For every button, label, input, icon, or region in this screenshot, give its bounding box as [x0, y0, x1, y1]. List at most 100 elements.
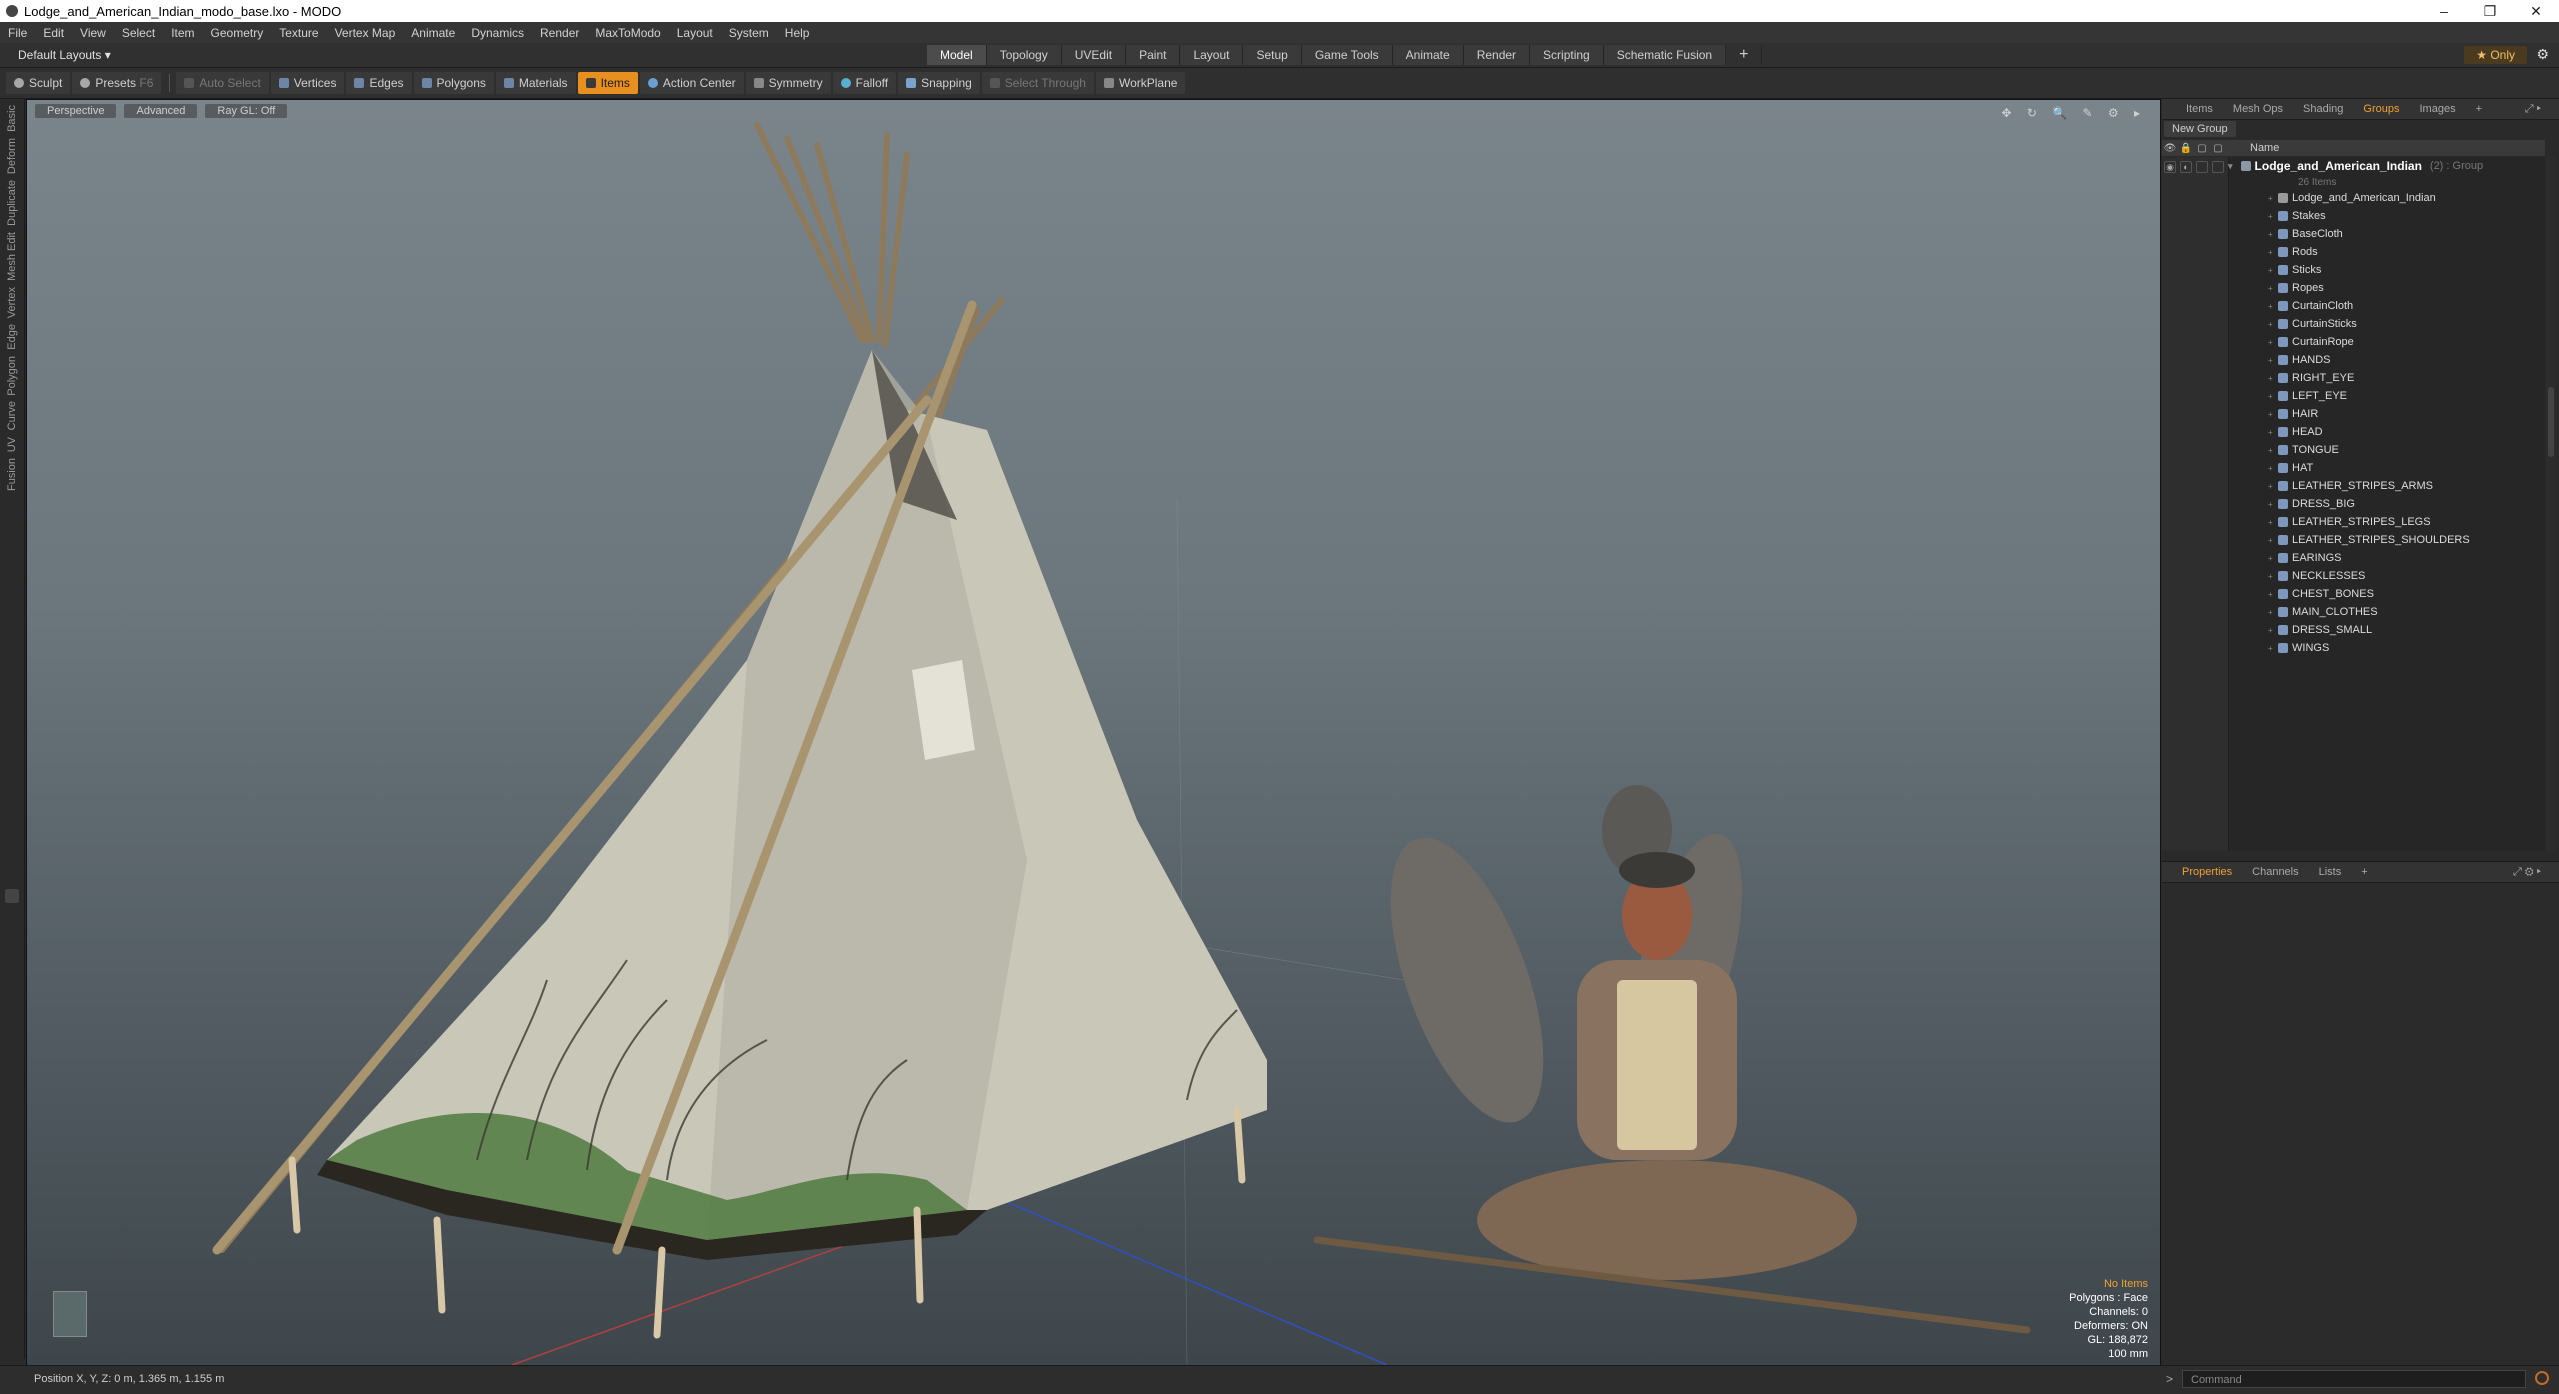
- view-mode-button[interactable]: Perspective: [35, 104, 117, 118]
- expand-arrow-icon[interactable]: +: [2268, 446, 2278, 455]
- list-item[interactable]: + HANDS: [2228, 351, 2331, 369]
- expand-arrow-icon[interactable]: +: [2268, 572, 2278, 581]
- lock-column-icon[interactable]: 🔒: [2178, 143, 2194, 154]
- command-input[interactable]: Command: [2182, 1370, 2526, 1388]
- list-item[interactable]: + LEFT_EYE: [2228, 387, 2347, 405]
- list-item[interactable]: + TONGUE: [2228, 441, 2339, 459]
- list-item[interactable]: + LEATHER_STRIPES_SHOULDERS: [2228, 531, 2470, 549]
- properties-expand-icon[interactable]: ⤢ ⚙ ▸: [2503, 866, 2551, 879]
- render-column-icon[interactable]: ▢: [2210, 143, 2226, 154]
- tab-scripting[interactable]: Scripting: [1530, 45, 1604, 65]
- shading-mode-button[interactable]: Advanced: [124, 104, 198, 118]
- vertices-button[interactable]: Vertices: [270, 72, 345, 94]
- expand-arrow-icon[interactable]: +: [2268, 374, 2278, 383]
- list-item[interactable]: + HAIR: [2228, 405, 2318, 423]
- tab-topology[interactable]: Topology: [986, 45, 1062, 65]
- menu-edit[interactable]: Edit: [35, 26, 72, 40]
- action-center-button[interactable]: Action Center: [639, 72, 744, 94]
- 3d-viewport[interactable]: Perspective Advanced Ray GL: Off ✥ ↻ 🔍 ✎…: [26, 99, 2161, 1366]
- menu-geometry[interactable]: Geometry: [203, 26, 272, 40]
- tab-items[interactable]: Items: [2176, 103, 2223, 115]
- expand-arrow-icon[interactable]: +: [2268, 212, 2278, 221]
- expand-arrow-icon[interactable]: +: [2268, 356, 2278, 365]
- left-panel-toggle[interactable]: [5, 889, 19, 903]
- expand-arrow-icon[interactable]: +: [2268, 500, 2278, 509]
- menu-select[interactable]: Select: [114, 26, 163, 40]
- tab-channels[interactable]: Channels: [2242, 866, 2308, 878]
- tab-animate[interactable]: Animate: [1392, 45, 1464, 65]
- tab-paint[interactable]: Paint: [1126, 45, 1181, 65]
- menu-vertex-map[interactable]: Vertex Map: [327, 26, 404, 40]
- list-item[interactable]: + DRESS_BIG: [2228, 495, 2355, 513]
- expand-arrow-icon[interactable]: +: [2268, 284, 2278, 293]
- left-tab-curve[interactable]: Curve: [6, 401, 18, 430]
- left-tab-fusion[interactable]: Fusion: [6, 458, 18, 491]
- tab-mesh-ops[interactable]: Mesh Ops: [2223, 103, 2293, 115]
- new-group-button[interactable]: New Group: [2164, 121, 2236, 137]
- list-item[interactable]: + CurtainRope: [2228, 333, 2354, 351]
- auto-select-button[interactable]: Auto Select: [176, 72, 269, 94]
- items-button[interactable]: Items: [577, 72, 638, 94]
- presets-button[interactable]: Presets F6: [72, 72, 162, 94]
- menu-layout[interactable]: Layout: [669, 26, 721, 40]
- list-item[interactable]: + HEAD: [2228, 423, 2323, 441]
- left-tab-vertex[interactable]: Vertex: [6, 287, 18, 318]
- left-tab-basic[interactable]: Basic: [6, 105, 18, 132]
- list-item[interactable]: + DRESS_SMALL: [2228, 621, 2372, 639]
- left-tab-polygon[interactable]: Polygon: [6, 356, 18, 396]
- list-item[interactable]: + Lodge_and_American_Indian: [2228, 189, 2436, 207]
- list-item[interactable]: + MAIN_CLOTHES: [2228, 603, 2378, 621]
- menu-item[interactable]: Item: [163, 26, 202, 40]
- minimize-button[interactable]: –: [2421, 0, 2467, 22]
- list-item[interactable]: + RIGHT_EYE: [2228, 369, 2354, 387]
- tab-render[interactable]: Render: [1463, 45, 1531, 65]
- list-item[interactable]: + NECKLESSES: [2228, 567, 2365, 585]
- expand-arrow-icon[interactable]: +: [2268, 302, 2278, 311]
- only-toggle-button[interactable]: ★ Only: [2464, 46, 2527, 64]
- expand-arrow-icon[interactable]: +: [2268, 248, 2278, 257]
- select-through-button[interactable]: Select Through: [981, 72, 1094, 94]
- menu-system[interactable]: System: [721, 26, 777, 40]
- expand-arrow-icon[interactable]: +: [2268, 536, 2278, 545]
- list-item[interactable]: + Ropes: [2228, 279, 2324, 297]
- expand-arrow-icon[interactable]: +: [2268, 554, 2278, 563]
- add-panel-tab-button[interactable]: +: [2466, 103, 2492, 115]
- expand-arrow-icon[interactable]: +: [2268, 464, 2278, 473]
- raygl-button[interactable]: Ray GL: Off: [205, 104, 288, 118]
- tab-setup[interactable]: Setup: [1243, 45, 1302, 65]
- expand-arrow-icon[interactable]: +: [2268, 644, 2278, 653]
- expand-arrow-icon[interactable]: +: [2268, 338, 2278, 347]
- expand-arrow-icon[interactable]: +: [2268, 266, 2278, 275]
- list-item[interactable]: + CurtainCloth: [2228, 297, 2353, 315]
- expand-arrow-icon[interactable]: +: [2268, 608, 2278, 617]
- menu-texture[interactable]: Texture: [271, 26, 326, 40]
- tab-schematic-fusion[interactable]: Schematic Fusion: [1603, 45, 1727, 65]
- symmetry-button[interactable]: Symmetry: [745, 72, 831, 94]
- list-item[interactable]: + CurtainSticks: [2228, 315, 2357, 333]
- add-properties-tab-button[interactable]: +: [2351, 866, 2377, 878]
- menu-animate[interactable]: Animate: [403, 26, 463, 40]
- menu-file[interactable]: File: [0, 26, 35, 40]
- list-item[interactable]: + LEATHER_STRIPES_ARMS: [2228, 477, 2433, 495]
- tab-lists[interactable]: Lists: [2309, 866, 2352, 878]
- expand-arrow-icon[interactable]: +: [2268, 626, 2278, 635]
- expand-icon[interactable]: ⤢ ▸: [2515, 103, 2551, 116]
- expand-arrow-icon[interactable]: +: [2268, 590, 2278, 599]
- expand-arrow-icon[interactable]: +: [2268, 482, 2278, 491]
- edges-button[interactable]: Edges: [346, 72, 412, 94]
- expand-arrow-icon[interactable]: +: [2268, 518, 2278, 527]
- tab-images[interactable]: Images: [2410, 103, 2466, 115]
- gear-icon[interactable]: ⚙: [2536, 46, 2549, 63]
- tab-game-tools[interactable]: Game Tools: [1301, 45, 1393, 65]
- close-button[interactable]: ✕: [2513, 0, 2559, 22]
- expand-arrow-icon[interactable]: +: [2268, 392, 2278, 401]
- tab-properties[interactable]: Properties: [2172, 866, 2242, 878]
- scrollbar-thumb[interactable]: [2548, 387, 2554, 457]
- visibility-column-icon[interactable]: 👁: [2162, 143, 2178, 154]
- expand-arrow-icon[interactable]: +: [2268, 410, 2278, 419]
- expand-arrow-icon[interactable]: +: [2268, 194, 2278, 203]
- expand-arrow-icon[interactable]: +: [2268, 230, 2278, 239]
- list-item[interactable]: + WINGS: [2228, 639, 2329, 657]
- list-item[interactable]: + HAT: [2228, 459, 2313, 477]
- group-row[interactable]: ▾ Lodge_and_American_Indian (2) : Group: [2228, 159, 2483, 173]
